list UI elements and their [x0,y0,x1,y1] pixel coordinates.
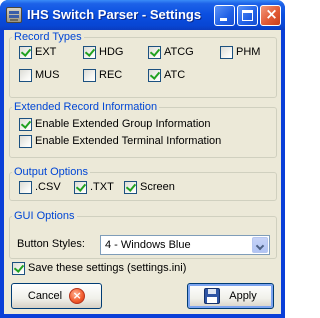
checkbox-screen[interactable]: Screen [124,181,175,194]
apply-button-label: Apply [229,290,257,302]
checkbox-atcg[interactable]: ATCG [148,46,194,59]
checkbox-atcg-box[interactable] [148,46,161,59]
checkbox-txt-label: .TXT [90,181,114,193]
checkbox-extended-group-info[interactable]: Enable Extended Group Information [19,118,211,131]
close-icon: × [265,5,278,23]
checkbox-mus-label: MUS [35,69,60,81]
checkbox-mus[interactable]: MUS [19,69,59,82]
button-styles-label: Button Styles: [17,238,85,250]
checkbox-extended-terminal-info-label: Enable Extended Terminal Information [35,135,222,147]
settings-window: IHS Switch Parser - Settings × Record Ty… [0,0,285,318]
cancel-button-label: Cancel [27,290,63,302]
maximize-button[interactable] [237,5,258,26]
chevron-down-icon[interactable] [252,237,268,253]
checkbox-phm[interactable]: PHM [220,46,260,59]
checkbox-csv[interactable]: .CSV [19,181,61,194]
close-button[interactable]: × [260,5,281,26]
checkbox-hdg-label: HDG [99,46,124,58]
gui-options-group: GUI Options Button Styles: 4 - Windows B… [9,210,277,259]
checkbox-phm-label: PHM [236,46,261,58]
checkbox-rec-box[interactable] [83,69,96,82]
record-types-group: Record Types EXT HDG ATCG PHM MUS REC AT… [9,31,277,98]
checkbox-atc-label: ATC [164,69,186,81]
floppy-disk-icon [204,288,221,304]
window-title: IHS Switch Parser - Settings [27,7,202,22]
checkbox-screen-label: Screen [140,181,175,193]
checkbox-rec-label: REC [99,69,123,81]
minimize-icon [220,18,227,21]
checkbox-extended-group-info-label: Enable Extended Group Information [35,118,211,130]
checkbox-save-settings-label: Save these settings (settings.ini) [28,262,187,274]
checkbox-extended-terminal-info-box[interactable] [19,135,32,148]
output-options-group: Output Options .CSV .TXT Screen [9,166,277,201]
checkbox-screen-box[interactable] [124,181,137,194]
checkbox-extended-terminal-info[interactable]: Enable Extended Terminal Information [19,135,221,148]
title-bar[interactable]: IHS Switch Parser - Settings × [0,0,285,30]
checkbox-txt[interactable]: .TXT [74,181,114,194]
checkbox-phm-box[interactable] [220,46,233,59]
checkbox-save-settings-box[interactable] [12,262,25,275]
checkbox-rec[interactable]: REC [83,69,122,82]
cancel-button[interactable]: Cancel × [11,283,102,309]
checkbox-hdg[interactable]: HDG [83,46,123,59]
checkbox-csv-box[interactable] [19,181,32,194]
checkbox-ext-box[interactable] [19,46,32,59]
gui-options-title: GUI Options [12,210,77,223]
checkbox-atc[interactable]: ATC [148,69,185,82]
checkbox-ext[interactable]: EXT [19,46,56,59]
maximize-icon [242,10,253,21]
dialog-body: Record Types EXT HDG ATCG PHM MUS REC AT… [4,30,281,314]
record-types-title: Record Types [12,31,84,44]
minimize-button[interactable] [214,5,235,26]
button-styles-dropdown[interactable]: 4 - Windows Blue [100,235,270,255]
checkbox-mus-box[interactable] [19,69,32,82]
apply-button[interactable]: Apply [187,283,274,309]
checkbox-txt-box[interactable] [74,181,87,194]
checkbox-atc-box[interactable] [148,69,161,82]
checkbox-csv-label: .CSV [35,181,61,193]
checkbox-extended-group-info-box[interactable] [19,118,32,131]
extended-info-title: Extended Record Information [12,101,160,114]
checkbox-ext-label: EXT [35,46,57,58]
output-options-title: Output Options [12,166,90,179]
app-icon[interactable] [6,7,22,23]
checkbox-save-settings[interactable]: Save these settings (settings.ini) [12,262,186,275]
button-styles-value: 4 - Windows Blue [105,239,191,251]
extended-info-group: Extended Record Information Enable Exten… [9,101,277,158]
cancel-icon: × [69,288,86,304]
checkbox-atcg-label: ATCG [164,46,194,58]
checkbox-hdg-box[interactable] [83,46,96,59]
